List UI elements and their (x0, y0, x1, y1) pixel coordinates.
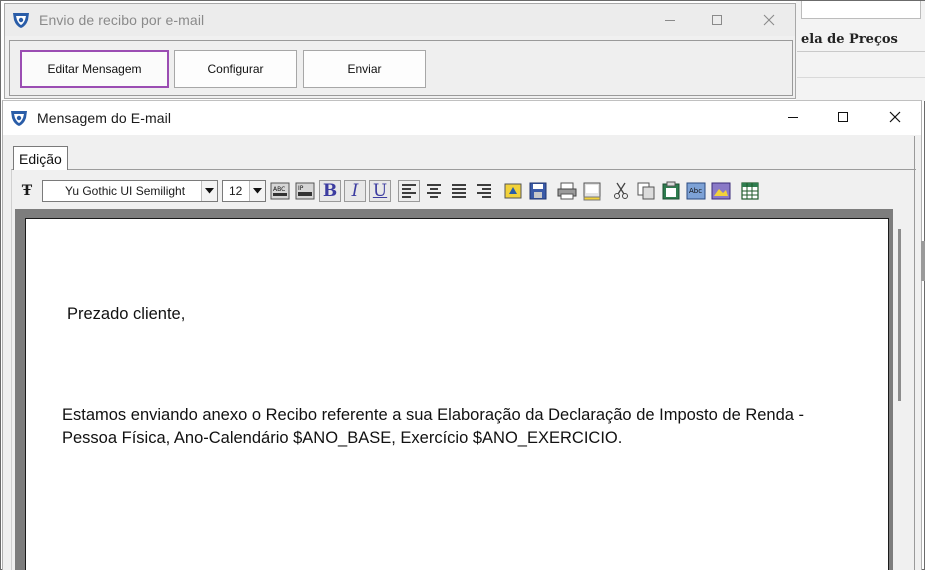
insert-field-icon[interactable]: IP (294, 180, 316, 202)
editor-scrollbar-thumb[interactable] (898, 229, 901, 401)
align-left-icon[interactable] (398, 180, 420, 202)
editar-mensagem-button[interactable]: Editar Mensagem (20, 50, 169, 88)
chevron-down-icon (201, 181, 217, 201)
copy-icon[interactable] (635, 180, 657, 202)
minimize-icon[interactable] (647, 4, 693, 36)
font-name-select[interactable]: Yu Gothic UI Semilight (42, 180, 218, 202)
background-input[interactable] (801, 1, 921, 19)
editor-toolbar: Ŧ Yu Gothic UI Semilight 12 ABC IP B I U (16, 177, 761, 205)
svg-text:Abc: Abc (689, 187, 702, 195)
message-editor[interactable]: Prezado cliente, Estamos enviando anexo … (25, 218, 889, 570)
mensagem-window-title: Mensagem do E-mail (37, 110, 172, 126)
envio-window-title: Envio de recibo por e-mail (39, 12, 205, 28)
enviar-button[interactable]: Enviar (303, 50, 426, 88)
insert-image-icon[interactable] (710, 180, 732, 202)
message-greeting: Prezado cliente, (67, 305, 186, 323)
print-icon[interactable] (556, 180, 578, 202)
background-divider (797, 51, 925, 52)
cut-icon[interactable] (610, 180, 632, 202)
envio-button-panel: Editar Mensagem Configurar Enviar (9, 40, 793, 96)
align-center-icon[interactable] (423, 180, 445, 202)
minimize-icon[interactable] (770, 101, 816, 133)
font-type-icon: Ŧ (21, 183, 33, 199)
underline-button[interactable]: U (369, 180, 391, 202)
envio-recibo-window: Envio de recibo por e-mail Editar Mensag… (4, 3, 796, 99)
bold-glyph: B (322, 181, 338, 201)
spellcheck-icon[interactable]: ABC (269, 180, 291, 202)
background-divider (797, 77, 925, 78)
shield-logo-icon (9, 109, 29, 127)
svg-text:ABC: ABC (273, 186, 285, 193)
print-preview-icon[interactable] (581, 180, 603, 202)
align-right-icon[interactable] (473, 180, 495, 202)
close-icon[interactable] (746, 4, 792, 36)
insert-table-icon[interactable] (739, 180, 761, 202)
italic-glyph: I (351, 181, 359, 201)
message-body-line-2: Pessoa Física, Ano-Calendário $ANO_BASE,… (62, 429, 623, 447)
paste-icon[interactable] (660, 180, 682, 202)
configurar-button[interactable]: Configurar (174, 50, 297, 88)
italic-button[interactable]: I (344, 180, 366, 202)
save-icon[interactable] (527, 180, 549, 202)
underline-glyph: U (372, 181, 388, 201)
font-size-select[interactable]: 12 (222, 180, 266, 202)
chevron-down-icon (249, 181, 265, 201)
open-file-icon[interactable] (502, 180, 524, 202)
mensagem-title-bar[interactable]: Mensagem do E-mail (3, 101, 921, 135)
background-scrollbar-thumb[interactable] (921, 241, 925, 281)
maximize-icon[interactable] (820, 101, 866, 133)
maximize-icon[interactable] (694, 4, 740, 36)
message-body-line-1: Estamos enviando anexo o Recibo referent… (62, 406, 805, 424)
tab-edicao[interactable]: Edição (13, 146, 68, 170)
font-size-value: 12 (229, 184, 243, 198)
background-column-header: ela de Preços (801, 32, 898, 47)
close-icon[interactable] (872, 101, 918, 133)
window-edge (914, 136, 915, 570)
envio-title-bar[interactable]: Envio de recibo por e-mail (5, 4, 795, 36)
font-name-value: Yu Gothic UI Semilight (65, 184, 186, 198)
svg-text:IP: IP (298, 185, 304, 192)
align-justify-icon[interactable] (448, 180, 470, 202)
shield-logo-icon (11, 11, 31, 29)
insert-text-icon[interactable]: Abc (685, 180, 707, 202)
bold-button[interactable]: B (319, 180, 341, 202)
